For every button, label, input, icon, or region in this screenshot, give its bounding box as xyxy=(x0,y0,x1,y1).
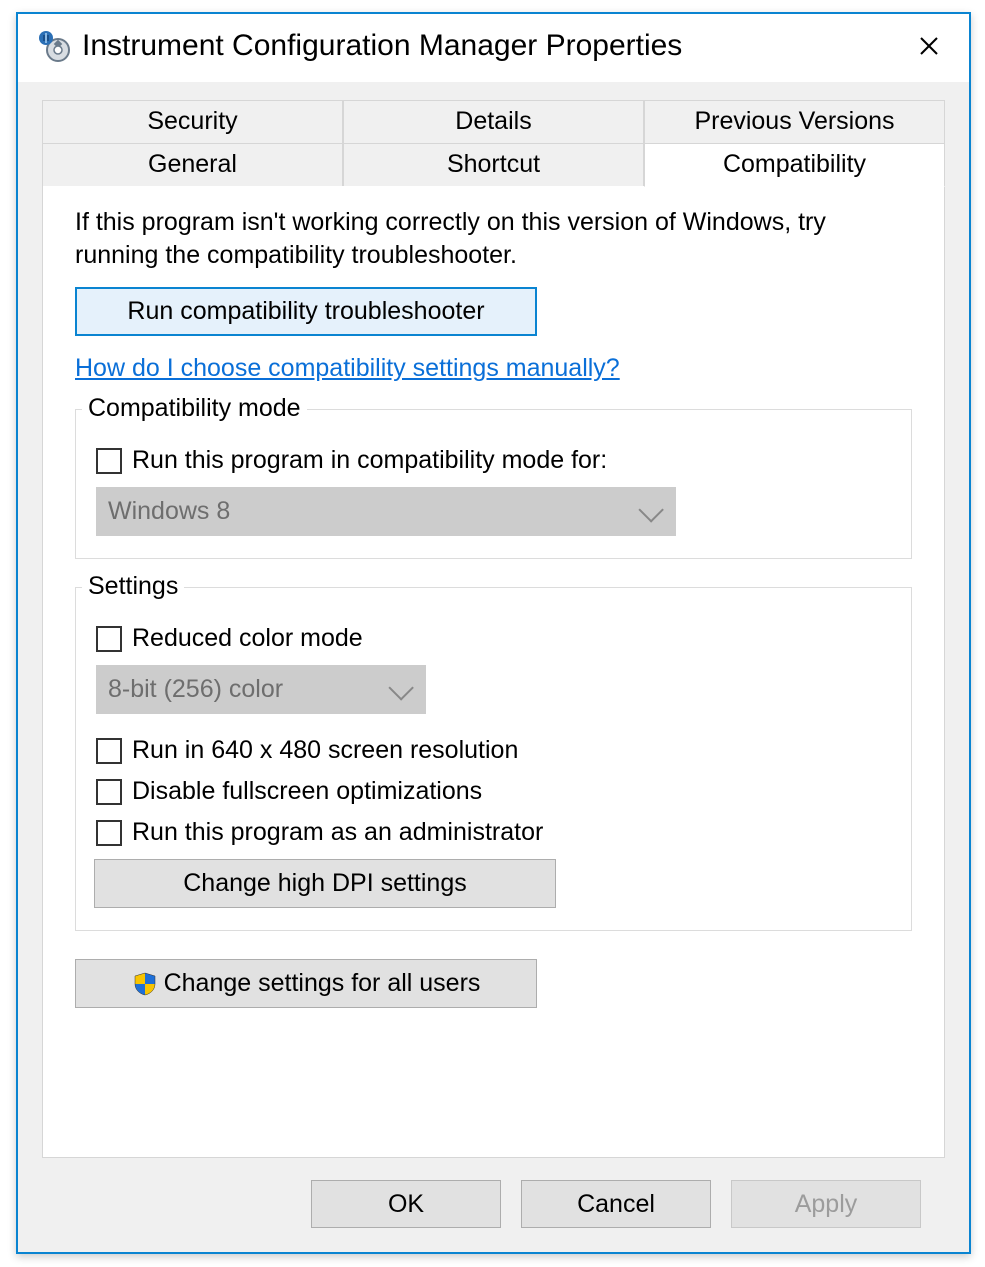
tab-previous-versions[interactable]: Previous Versions xyxy=(644,100,945,144)
manual-settings-link[interactable]: How do I choose compatibility settings m… xyxy=(75,354,620,383)
chevron-down-icon xyxy=(388,675,413,700)
reduced-color-label: Reduced color mode xyxy=(132,624,363,653)
compatibility-mode-legend: Compatibility mode xyxy=(82,394,307,423)
ok-button[interactable]: OK xyxy=(311,1180,501,1228)
properties-dialog: Instrument Configuration Manager Propert… xyxy=(16,12,971,1254)
compat-mode-value: Windows 8 xyxy=(108,497,230,526)
disable-fullscreen-label: Disable fullscreen optimizations xyxy=(132,777,482,806)
resolution-label: Run in 640 x 480 screen resolution xyxy=(132,736,518,765)
run-troubleshooter-button[interactable]: Run compatibility troubleshooter xyxy=(75,287,537,336)
resolution-checkbox[interactable] xyxy=(96,738,122,764)
app-icon xyxy=(36,28,72,64)
tab-general[interactable]: General xyxy=(42,144,343,187)
compatibility-mode-group: Compatibility mode Run this program in c… xyxy=(75,409,912,559)
tab-details[interactable]: Details xyxy=(343,100,644,144)
close-button[interactable] xyxy=(907,24,951,68)
tabs-row-2: General Shortcut Compatibility xyxy=(42,144,945,187)
reduced-color-checkbox[interactable] xyxy=(96,626,122,652)
chevron-down-icon xyxy=(638,497,663,522)
settings-group: Settings Reduced color mode 8-bit (256) … xyxy=(75,587,912,931)
disable-fullscreen-checkbox[interactable] xyxy=(96,779,122,805)
run-as-admin-label: Run this program as an administrator xyxy=(132,818,543,847)
dialog-footer: OK Cancel Apply xyxy=(42,1158,945,1252)
titlebar: Instrument Configuration Manager Propert… xyxy=(18,14,969,82)
change-all-users-label: Change settings for all users xyxy=(164,969,481,998)
compatibility-panel: If this program isn't working correctly … xyxy=(42,186,945,1158)
high-dpi-button[interactable]: Change high DPI settings xyxy=(94,859,556,908)
dialog-body: Security Details Previous Versions Gener… xyxy=(18,82,969,1252)
compat-mode-combobox[interactable]: Windows 8 xyxy=(96,487,676,536)
color-depth-combobox[interactable]: 8-bit (256) color xyxy=(96,665,426,714)
run-as-admin-checkbox[interactable] xyxy=(96,820,122,846)
close-icon xyxy=(919,36,939,56)
settings-legend: Settings xyxy=(82,572,184,601)
apply-button: Apply xyxy=(731,1180,921,1228)
intro-text: If this program isn't working correctly … xyxy=(75,206,912,271)
tab-compatibility[interactable]: Compatibility xyxy=(644,144,945,187)
tab-security[interactable]: Security xyxy=(42,100,343,144)
color-depth-value: 8-bit (256) color xyxy=(108,675,283,704)
compat-mode-label: Run this program in compatibility mode f… xyxy=(132,446,607,475)
shield-icon xyxy=(132,971,158,997)
change-all-users-button[interactable]: Change settings for all users xyxy=(75,959,537,1008)
dialog-title: Instrument Configuration Manager Propert… xyxy=(82,29,907,63)
tab-shortcut[interactable]: Shortcut xyxy=(343,144,644,187)
cancel-button[interactable]: Cancel xyxy=(521,1180,711,1228)
compat-mode-checkbox[interactable] xyxy=(96,448,122,474)
tabs-row-1: Security Details Previous Versions xyxy=(42,100,945,144)
